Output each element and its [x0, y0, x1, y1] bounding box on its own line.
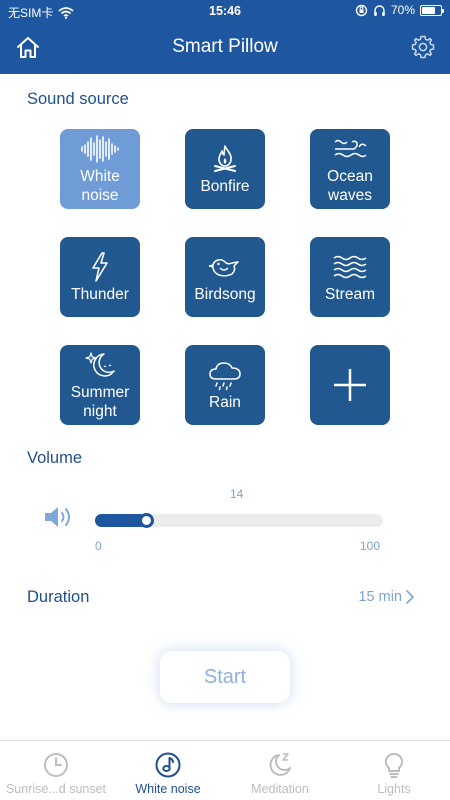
battery-percent: 70% [390, 3, 415, 17]
page-title: Smart Pillow [172, 36, 278, 57]
chevron-right-icon [406, 590, 414, 604]
lightbulb-icon [384, 753, 404, 778]
tile-summer-night[interactable]: Summer night [60, 345, 140, 425]
lightning-icon [88, 251, 112, 283]
sleep-moon-icon [269, 753, 291, 776]
tile-label: Bonfire [200, 177, 250, 195]
battery-fill [422, 6, 435, 14]
orientation-lock-icon [355, 4, 368, 16]
gear-icon[interactable] [410, 34, 436, 60]
sound-source-label: Sound source [27, 90, 129, 108]
stream-waves-icon [332, 251, 368, 283]
tab-white-noise[interactable]: White noise [112, 741, 224, 800]
status-right: 70% [355, 3, 444, 17]
speaker-icon [45, 507, 70, 527]
tile-stream[interactable]: Stream [310, 237, 390, 317]
tab-label: Sunrise...d sunset [5, 782, 107, 796]
tile-rain[interactable]: Rain [185, 345, 265, 425]
ocean-waves-icon [332, 133, 368, 165]
battery-icon [420, 4, 444, 16]
plus-icon [334, 369, 366, 401]
volume-label: Volume [27, 449, 83, 467]
tile-white-noise[interactable]: White noise [60, 129, 140, 209]
tab-bar: Sunrise...d sunset White noise Meditatio… [0, 740, 450, 800]
tab-meditation[interactable]: Meditation [224, 741, 336, 800]
status-bar: 无SIM卡 15:46 70% [0, 0, 450, 22]
bonfire-icon [209, 143, 241, 175]
tile-label: Stream [325, 285, 375, 303]
duration-row[interactable]: Duration 15 min [0, 580, 450, 616]
nav-bar: Smart Pillow [0, 22, 450, 74]
music-disc-icon [155, 752, 181, 778]
tile-thunder[interactable]: Thunder [60, 237, 140, 317]
duration-value: 15 min [358, 589, 402, 605]
tile-ocean-waves[interactable]: Ocean waves [310, 129, 390, 209]
duration-label: Duration [27, 588, 90, 606]
waveform-icon [80, 133, 120, 165]
tab-label: White noise [135, 782, 201, 796]
tab-label: Lights [377, 782, 411, 796]
tile-label: Thunder [71, 285, 129, 303]
tile-label: Birdsong [194, 285, 256, 303]
volume-min-label: 0 [95, 539, 102, 553]
clock-icon [44, 753, 68, 777]
tile-label: White noise [80, 168, 120, 204]
volume-max-label: 100 [360, 539, 381, 553]
volume-slider-thumb[interactable] [139, 513, 155, 528]
start-button[interactable]: Start [160, 651, 290, 703]
tile-label: Summer night [70, 384, 130, 420]
volume-value: 14 [230, 487, 244, 501]
bird-icon [208, 251, 242, 283]
rain-cloud-icon [207, 359, 243, 391]
moon-star-icon [82, 349, 118, 381]
tile-birdsong[interactable]: Birdsong [185, 237, 265, 317]
tile-add-sound[interactable] [310, 345, 390, 425]
tile-bonfire[interactable]: Bonfire [185, 129, 265, 209]
headphones-icon [374, 4, 385, 16]
tab-sunrise-sunset[interactable]: Sunrise...d sunset [0, 741, 112, 800]
tab-lights[interactable]: Lights [338, 741, 450, 800]
tile-label: Ocean waves [327, 168, 373, 204]
tile-label: Rain [209, 393, 241, 411]
tab-label: Meditation [251, 782, 309, 796]
